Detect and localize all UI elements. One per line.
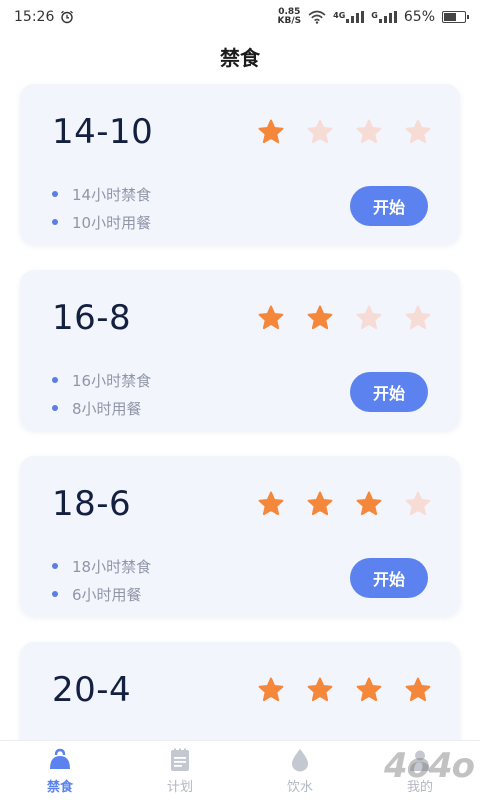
fasting-hours-row: 18小时禁食 [52,552,151,580]
plan-card[interactable]: 14-10 14小时禁食 10小时用餐 开始 [20,84,460,244]
plan-name: 18-6 [52,484,132,524]
page-title: 禁食 [220,45,260,70]
bullet-dot-icon [52,591,58,597]
water-drop-icon [287,747,313,773]
star-filled-icon [306,676,334,704]
status-left: 15:26 [14,9,74,25]
sim1-signal-icon: 4G [333,11,365,23]
alarm-icon [60,10,74,24]
tab-label: 饮水 [286,779,313,795]
tab-label: 禁食 [46,779,73,795]
plan-name: 16-8 [52,298,132,338]
network-speed-unit: KB/S [277,16,302,26]
fasting-hours-row: 14小时禁食 [52,180,151,208]
title-bar: 禁食 [0,34,480,78]
bullet-dot-icon [52,563,58,569]
difficulty-rating [257,676,432,704]
plan-name: 20-4 [52,670,132,710]
sim2-label: G [371,11,378,20]
eating-hours-text: 6小时用餐 [72,585,142,604]
start-button[interactable]: 开始 [350,186,428,226]
wifi-icon [308,10,326,24]
star-filled-icon [257,304,285,332]
star-empty-icon [355,304,383,332]
bullet-dot-icon [52,405,58,411]
plan-details: 18小时禁食 6小时用餐 [52,552,151,608]
star-filled-icon [355,676,383,704]
watermark-logo: 4o4o [383,746,475,786]
star-filled-icon [257,118,285,146]
battery-icon [442,11,469,23]
battery-fill [444,13,457,21]
network-speed: 0.85 KB/S [278,8,302,26]
eating-hours-row: 10小时用餐 [52,208,151,236]
difficulty-rating [257,490,432,518]
star-empty-icon [404,490,432,518]
star-filled-icon [355,490,383,518]
sim2-signal-icon: G [371,11,397,23]
star-filled-icon [306,490,334,518]
difficulty-rating [257,118,432,146]
start-button[interactable]: 开始 [350,372,428,412]
kettlebell-icon [47,747,73,773]
tab-plan[interactable]: 计划 [120,741,240,800]
status-right: 0.85 KB/S 4G G 65% [278,8,469,26]
star-filled-icon [257,676,285,704]
battery-percent: 65% [403,9,435,25]
fasting-hours-text: 14小时禁食 [72,185,152,204]
eating-hours-row: 6小时用餐 [52,580,151,608]
status-bar: 15:26 0.85 KB/S 4G G 65% [0,0,480,34]
plan-card[interactable]: 16-8 16小时禁食 8小时用餐 开始 [20,270,460,430]
bullet-dot-icon [52,377,58,383]
fasting-hours-text: 18小时禁食 [72,557,152,576]
tab-water[interactable]: 饮水 [240,741,360,800]
notepad-icon [167,747,193,773]
star-filled-icon [404,676,432,704]
tab-fasting[interactable]: 禁食 [0,741,120,800]
bullet-dot-icon [52,219,58,225]
tab-label: 计划 [166,779,193,795]
star-empty-icon [306,118,334,146]
plan-details: 16小时禁食 8小时用餐 [52,366,151,422]
star-filled-icon [257,490,285,518]
difficulty-rating [257,304,432,332]
star-empty-icon [404,118,432,146]
bullet-dot-icon [52,191,58,197]
star-empty-icon [404,304,432,332]
sim1-label: 4G [333,11,346,20]
eating-hours-row: 8小时用餐 [52,394,151,422]
start-button[interactable]: 开始 [350,558,428,598]
eating-hours-text: 10小时用餐 [72,213,152,232]
plan-details: 14小时禁食 10小时用餐 [52,180,151,236]
fasting-hours-text: 16小时禁食 [72,371,152,390]
fasting-hours-row: 16小时禁食 [52,366,151,394]
plan-name: 14-10 [52,112,154,152]
star-filled-icon [306,304,334,332]
star-empty-icon [355,118,383,146]
clock: 15:26 [14,9,55,25]
plan-card[interactable]: 18-6 18小时禁食 6小时用餐 开始 [20,456,460,616]
eating-hours-text: 8小时用餐 [72,399,142,418]
